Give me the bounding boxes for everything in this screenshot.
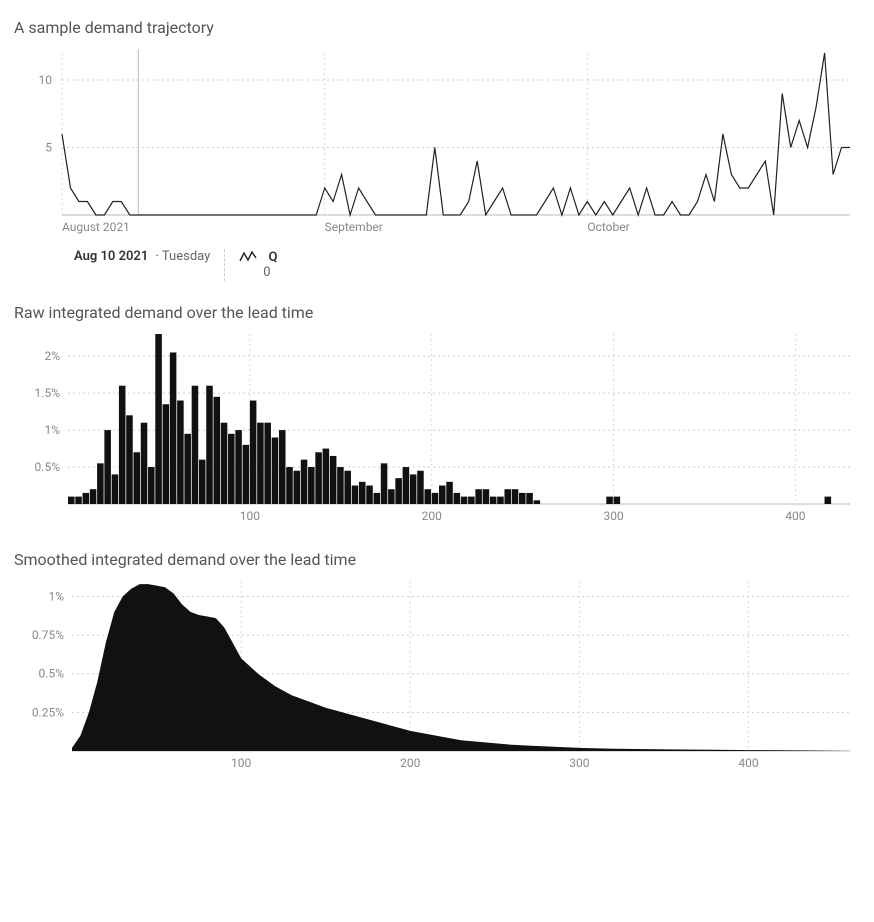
line-series-icon <box>239 251 257 263</box>
svg-text:October: October <box>587 220 629 234</box>
svg-text:0.5%: 0.5% <box>35 460 61 474</box>
chart-1-title: A sample demand trajectory <box>14 18 860 37</box>
svg-text:1%: 1% <box>48 589 64 603</box>
chart-3-plot: 100 200 300 400 0.25% 0.5% 0.75% 1% <box>14 575 860 775</box>
legend-series-name: Q <box>269 250 278 265</box>
svg-text:100: 100 <box>231 756 251 770</box>
chart-2-title: Raw integrated demand over the lead time <box>14 303 860 322</box>
svg-text:200: 200 <box>422 509 442 523</box>
svg-text:200: 200 <box>400 756 420 770</box>
svg-text:10: 10 <box>39 73 53 87</box>
svg-text:0.75%: 0.75% <box>32 628 64 642</box>
svg-text:100: 100 <box>240 509 260 523</box>
chart-1-plot: August 2021 September October 5 10 <box>14 43 860 243</box>
chart-3-title: Smoothed integrated demand over the lead… <box>14 550 860 569</box>
svg-text:0.25%: 0.25% <box>32 705 64 719</box>
chart-raw-integrated: Raw integrated demand over the lead time… <box>14 303 860 528</box>
svg-text:300: 300 <box>569 756 589 770</box>
svg-text:0.5%: 0.5% <box>39 667 65 681</box>
svg-text:5: 5 <box>45 141 52 155</box>
svg-text:300: 300 <box>603 509 623 523</box>
svg-text:400: 400 <box>785 509 805 523</box>
svg-text:1.5%: 1.5% <box>35 386 61 400</box>
svg-text:1%: 1% <box>44 423 60 437</box>
legend-series-value: 0 <box>263 265 277 280</box>
svg-text:400: 400 <box>738 756 758 770</box>
svg-text:August 2021: August 2021 <box>62 220 130 234</box>
chart-1-legend: Aug 10 2021 · Tuesday Q 0 <box>74 249 860 281</box>
chart-smoothed-integrated: Smoothed integrated demand over the lead… <box>14 550 860 775</box>
chart-demand-trajectory: A sample demand trajectory August 2021 Se… <box>14 18 860 281</box>
svg-text:September: September <box>325 220 383 234</box>
svg-text:2%: 2% <box>44 349 60 363</box>
legend-dot: · <box>156 249 159 264</box>
legend-date: Aug 10 2021 <box>74 249 148 264</box>
legend-separator <box>224 249 225 281</box>
chart-2-plot: 100 200 300 400 0.5% 1% 1.5% 2% <box>14 328 860 528</box>
legend-dow: Tuesday <box>162 249 210 264</box>
